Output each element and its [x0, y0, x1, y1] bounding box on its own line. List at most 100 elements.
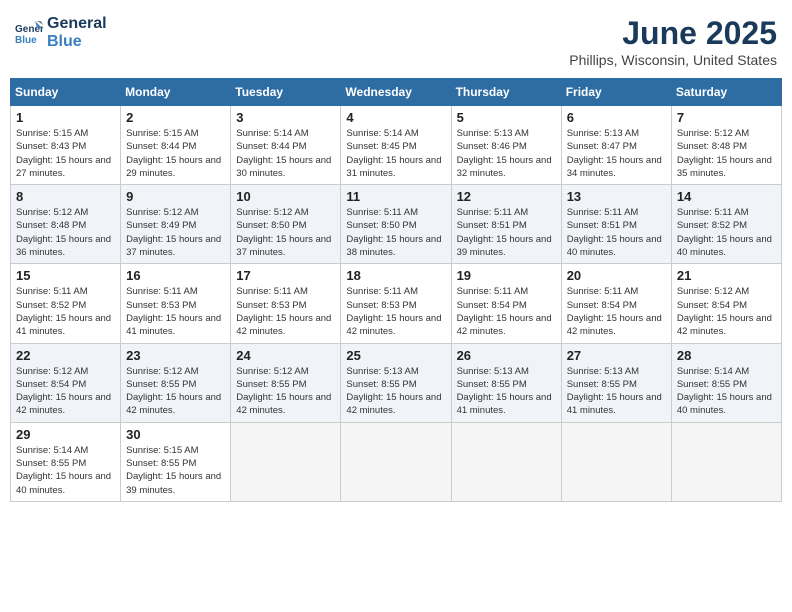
calendar-day-cell: [561, 422, 671, 501]
calendar-day-cell: 14Sunrise: 5:11 AMSunset: 8:52 PMDayligh…: [671, 185, 781, 264]
calendar-day-cell: 9Sunrise: 5:12 AMSunset: 8:49 PMDaylight…: [121, 185, 231, 264]
day-number: 30: [126, 427, 225, 442]
col-header-wednesday: Wednesday: [341, 79, 451, 106]
day-number: 27: [567, 348, 666, 363]
calendar-day-cell: 24 Sunrise: 5:12 AMSunset: 8:55 PMDayligh…: [231, 343, 341, 422]
calendar-day-cell: 17Sunrise: 5:11 AMSunset: 8:53 PMDayligh…: [231, 264, 341, 343]
title-area: June 2025 Phillips, Wisconsin, United St…: [569, 15, 777, 68]
calendar-day-cell: 7 Sunrise: 5:12 AMSunset: 8:48 PMDaylight…: [671, 106, 781, 185]
day-info: Sunrise: 5:14 AMSunset: 8:55 PMDaylight:…: [16, 444, 115, 497]
month-title: June 2025: [569, 15, 777, 52]
calendar-day-cell: [451, 422, 561, 501]
calendar-day-cell: 16Sunrise: 5:11 AMSunset: 8:53 PMDayligh…: [121, 264, 231, 343]
calendar-day-cell: 18 Sunrise: 5:11 AMSunset: 8:53 PMDayligh…: [341, 264, 451, 343]
day-info: Sunrise: 5:12 AMSunset: 8:55 PMDaylight:…: [236, 365, 335, 418]
calendar-day-cell: 30Sunrise: 5:15 AMSunset: 8:55 PMDayligh…: [121, 422, 231, 501]
day-info: Sunrise: 5:14 AMSunset: 8:44 PMDaylight:…: [236, 127, 335, 180]
day-info: Sunrise: 5:14 AMSunset: 8:45 PMDaylight:…: [346, 127, 445, 180]
calendar-day-cell: 3 Sunrise: 5:14 AMSunset: 8:44 PMDaylight…: [231, 106, 341, 185]
day-info: Sunrise: 5:13 AMSunset: 8:55 PMDaylight:…: [457, 365, 556, 418]
calendar-day-cell: 21 Sunrise: 5:12 AMSunset: 8:54 PMDayligh…: [671, 264, 781, 343]
calendar-day-cell: 19 Sunrise: 5:11 AMSunset: 8:54 PMDayligh…: [451, 264, 561, 343]
page-header: General Blue General Blue June 2025 Phil…: [10, 10, 782, 68]
day-number: 10: [236, 189, 335, 204]
calendar-day-cell: 11 Sunrise: 5:11 AMSunset: 8:50 PMDayligh…: [341, 185, 451, 264]
day-info: Sunrise: 5:12 AMSunset: 8:54 PMDaylight:…: [677, 285, 776, 338]
day-info: Sunrise: 5:13 AMSunset: 8:55 PMDaylight:…: [567, 365, 666, 418]
calendar-day-cell: 8 Sunrise: 5:12 AMSunset: 8:48 PMDaylight…: [11, 185, 121, 264]
col-header-saturday: Saturday: [671, 79, 781, 106]
day-number: 23: [126, 348, 225, 363]
day-number: 18: [346, 268, 445, 283]
calendar-day-cell: 29 Sunrise: 5:14 AMSunset: 8:55 PMDayligh…: [11, 422, 121, 501]
col-header-tuesday: Tuesday: [231, 79, 341, 106]
calendar-day-cell: 1Sunrise: 5:15 AMSunset: 8:43 PMDaylight…: [11, 106, 121, 185]
calendar-day-cell: 22Sunrise: 5:12 AMSunset: 8:54 PMDayligh…: [11, 343, 121, 422]
calendar-header-row: SundayMondayTuesdayWednesdayThursdayFrid…: [11, 79, 782, 106]
day-info: Sunrise: 5:11 AMSunset: 8:52 PMDaylight:…: [16, 285, 115, 338]
logo: General Blue General Blue: [15, 15, 107, 50]
day-number: 4: [346, 110, 445, 125]
day-number: 5: [457, 110, 556, 125]
day-info: Sunrise: 5:13 AMSunset: 8:47 PMDaylight:…: [567, 127, 666, 180]
day-number: 29: [16, 427, 115, 442]
day-info: Sunrise: 5:12 AMSunset: 8:55 PMDaylight:…: [126, 365, 225, 418]
day-number: 14: [677, 189, 776, 204]
day-info: Sunrise: 5:12 AMSunset: 8:48 PMDaylight:…: [677, 127, 776, 180]
calendar-day-cell: 12 Sunrise: 5:11 AMSunset: 8:51 PMDayligh…: [451, 185, 561, 264]
day-number: 8: [16, 189, 115, 204]
col-header-sunday: Sunday: [11, 79, 121, 106]
day-number: 19: [457, 268, 556, 283]
day-number: 24: [236, 348, 335, 363]
day-number: 6: [567, 110, 666, 125]
calendar-week-row: 8 Sunrise: 5:12 AMSunset: 8:48 PMDaylight…: [11, 185, 782, 264]
day-info: Sunrise: 5:15 AMSunset: 8:43 PMDaylight:…: [16, 127, 115, 180]
calendar-day-cell: 25Sunrise: 5:13 AMSunset: 8:55 PMDayligh…: [341, 343, 451, 422]
day-number: 22: [16, 348, 115, 363]
day-number: 15: [16, 268, 115, 283]
calendar-week-row: 29 Sunrise: 5:14 AMSunset: 8:55 PMDayligh…: [11, 422, 782, 501]
day-number: 13: [567, 189, 666, 204]
col-header-thursday: Thursday: [451, 79, 561, 106]
calendar-week-row: 15 Sunrise: 5:11 AMSunset: 8:52 PMDayligh…: [11, 264, 782, 343]
day-info: Sunrise: 5:12 AMSunset: 8:49 PMDaylight:…: [126, 206, 225, 259]
day-number: 25: [346, 348, 445, 363]
calendar-day-cell: 23 Sunrise: 5:12 AMSunset: 8:55 PMDayligh…: [121, 343, 231, 422]
calendar-day-cell: [231, 422, 341, 501]
calendar-day-cell: [671, 422, 781, 501]
calendar-week-row: 22Sunrise: 5:12 AMSunset: 8:54 PMDayligh…: [11, 343, 782, 422]
col-header-monday: Monday: [121, 79, 231, 106]
day-info: Sunrise: 5:14 AMSunset: 8:55 PMDaylight:…: [677, 365, 776, 418]
day-number: 12: [457, 189, 556, 204]
col-header-friday: Friday: [561, 79, 671, 106]
day-number: 2: [126, 110, 225, 125]
day-number: 16: [126, 268, 225, 283]
day-info: Sunrise: 5:13 AMSunset: 8:46 PMDaylight:…: [457, 127, 556, 180]
day-number: 26: [457, 348, 556, 363]
calendar-day-cell: 26 Sunrise: 5:13 AMSunset: 8:55 PMDayligh…: [451, 343, 561, 422]
calendar-day-cell: [341, 422, 451, 501]
day-number: 21: [677, 268, 776, 283]
calendar-day-cell: 28Sunrise: 5:14 AMSunset: 8:55 PMDayligh…: [671, 343, 781, 422]
day-info: Sunrise: 5:12 AMSunset: 8:48 PMDaylight:…: [16, 206, 115, 259]
day-info: Sunrise: 5:11 AMSunset: 8:51 PMDaylight:…: [457, 206, 556, 259]
day-info: Sunrise: 5:11 AMSunset: 8:51 PMDaylight:…: [567, 206, 666, 259]
day-info: Sunrise: 5:11 AMSunset: 8:54 PMDaylight:…: [567, 285, 666, 338]
day-number: 7: [677, 110, 776, 125]
logo-line2: Blue: [47, 33, 107, 51]
day-number: 20: [567, 268, 666, 283]
calendar-week-row: 1Sunrise: 5:15 AMSunset: 8:43 PMDaylight…: [11, 106, 782, 185]
day-number: 3: [236, 110, 335, 125]
day-number: 11: [346, 189, 445, 204]
day-number: 17: [236, 268, 335, 283]
day-info: Sunrise: 5:12 AMSunset: 8:50 PMDaylight:…: [236, 206, 335, 259]
day-info: Sunrise: 5:11 AMSunset: 8:53 PMDaylight:…: [346, 285, 445, 338]
calendar-day-cell: 27 Sunrise: 5:13 AMSunset: 8:55 PMDayligh…: [561, 343, 671, 422]
svg-text:Blue: Blue: [15, 35, 37, 46]
logo-line1: General: [47, 15, 107, 33]
calendar-day-cell: 5 Sunrise: 5:13 AMSunset: 8:46 PMDaylight…: [451, 106, 561, 185]
calendar-day-cell: 2Sunrise: 5:15 AMSunset: 8:44 PMDaylight…: [121, 106, 231, 185]
day-info: Sunrise: 5:11 AMSunset: 8:54 PMDaylight:…: [457, 285, 556, 338]
day-info: Sunrise: 5:11 AMSunset: 8:50 PMDaylight:…: [346, 206, 445, 259]
calendar-day-cell: 15 Sunrise: 5:11 AMSunset: 8:52 PMDayligh…: [11, 264, 121, 343]
